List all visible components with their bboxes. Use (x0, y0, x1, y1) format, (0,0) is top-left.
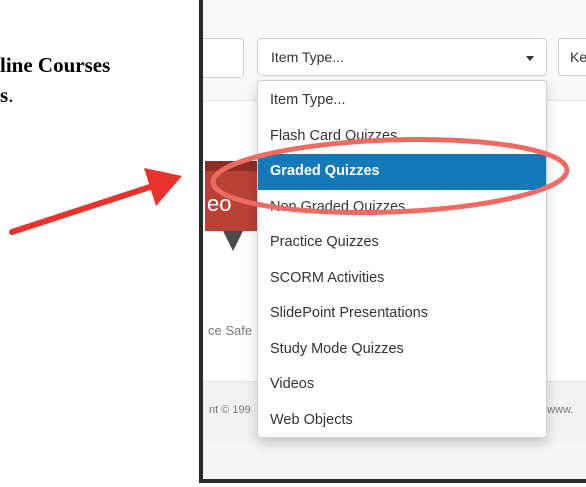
item-type-dropdown: Item Type... Flash Card Quizzes Graded Q… (257, 80, 547, 438)
easel-stand (223, 231, 243, 251)
dropdown-item-practice-quizzes[interactable]: Practice Quizzes (258, 225, 546, 261)
dropdown-item-videos[interactable]: Videos (258, 367, 546, 403)
course-thumbnail[interactable]: eo (205, 161, 260, 251)
dropdown-item-flash-card-quizzes[interactable]: Flash Card Quizzes (258, 119, 546, 155)
thumbnail-label: eo (207, 191, 232, 216)
course-title[interactable]: ce Safe (208, 323, 252, 338)
dropdown-item-item-type[interactable]: Item Type... (258, 83, 546, 119)
item-type-select-label: Item Type... (271, 49, 344, 65)
screenshot-panel: Item Type... Ke eo ce Safe nt © 199 //ww… (199, 0, 586, 483)
dropdown-item-non-graded-quizzes[interactable]: Non Graded Quizzes (258, 190, 546, 226)
document-text-line2: s (0, 83, 9, 107)
chevron-down-icon (526, 56, 534, 61)
dropdown-item-scorm-activities[interactable]: SCORM Activities (258, 261, 546, 297)
keyword-field[interactable]: Ke (558, 38, 586, 76)
document-text: line Courses s. (0, 50, 110, 110)
document-text-period: . (8, 83, 14, 107)
item-type-select[interactable]: Item Type... (257, 38, 547, 76)
dropdown-item-web-objects[interactable]: Web Objects (258, 403, 546, 439)
keyword-field-label: Ke (570, 49, 586, 65)
dropdown-item-study-mode-quizzes[interactable]: Study Mode Quizzes (258, 332, 546, 368)
copyright-text: nt © 199 (209, 404, 251, 416)
dropdown-item-graded-quizzes[interactable]: Graded Quizzes (258, 154, 546, 190)
search-input[interactable] (203, 38, 244, 78)
document-text-line1: line Courses (0, 53, 111, 77)
dropdown-item-slidepoint-presentations[interactable]: SlidePoint Presentations (258, 296, 546, 332)
